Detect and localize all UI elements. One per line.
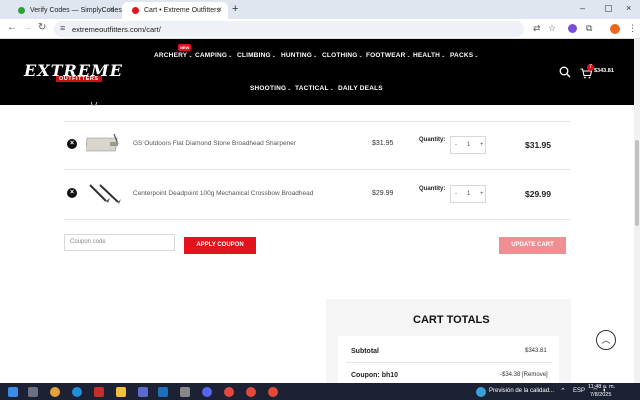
browser-toolbar: ← → ↻ ≡ extremeoutfitters.com/cart/ ⇄ ☆ … bbox=[0, 19, 640, 39]
quantity-stepper: - 1 + bbox=[450, 185, 486, 203]
browser-tab-strip: Verify Codes — SimplyCodes × Cart • Extr… bbox=[0, 0, 640, 19]
subtotal-value: $343.81 bbox=[525, 348, 547, 354]
tab-title: Cart • Extreme Outfitters bbox=[144, 7, 220, 14]
totals-divider bbox=[346, 362, 552, 363]
close-tab-icon[interactable]: × bbox=[109, 5, 114, 14]
maximize-icon[interactable]: ▢ bbox=[604, 3, 613, 14]
weather-text[interactable]: Previsión de la calidad... bbox=[489, 388, 554, 394]
extensions-puzzle-icon[interactable]: ⧉ bbox=[586, 23, 592, 34]
minimize-icon[interactable]: – bbox=[580, 3, 585, 13]
copilot-icon[interactable] bbox=[50, 387, 60, 397]
menu-climbing[interactable]: CLIMBING⌄ bbox=[237, 52, 276, 59]
forward-arrow-icon[interactable]: → bbox=[22, 22, 32, 33]
profile-avatar-icon[interactable] bbox=[610, 24, 620, 34]
chrome-icon[interactable] bbox=[246, 387, 256, 397]
app-icon[interactable] bbox=[138, 387, 148, 397]
tab-title: Verify Codes — SimplyCodes bbox=[30, 7, 122, 14]
scrollbar-thumb[interactable] bbox=[635, 140, 639, 226]
chrome-icon[interactable] bbox=[224, 387, 234, 397]
extension-icon[interactable] bbox=[568, 24, 577, 33]
product-price: $29.99 bbox=[372, 190, 394, 197]
site-logo[interactable]: EXTREME OUTFITTERS bbox=[24, 61, 122, 83]
search-icon[interactable] bbox=[559, 65, 571, 83]
browser-menu-icon[interactable]: ⋮ bbox=[628, 23, 637, 34]
close-tab-icon[interactable]: × bbox=[217, 5, 222, 14]
cart-count-badge: 7 bbox=[587, 64, 594, 71]
apply-coupon-button[interactable]: APPLY COUPON bbox=[184, 237, 256, 254]
clock-time[interactable]: 11:48 a. m. bbox=[588, 384, 615, 390]
product-price: $31.95 bbox=[372, 140, 394, 147]
coupon-applied-label: Coupon: bh10 bbox=[351, 372, 399, 379]
translate-icon[interactable]: ⇄ bbox=[533, 23, 541, 34]
address-bar[interactable]: ≡ extremeoutfitters.com/cart/ bbox=[54, 21, 524, 37]
broadhead-product-thumbnail[interactable] bbox=[86, 182, 122, 204]
new-tab-plus-icon[interactable]: + bbox=[232, 3, 238, 15]
start-icon[interactable] bbox=[8, 387, 18, 397]
menu-health[interactable]: HEALTH⌄ bbox=[413, 52, 445, 59]
quantity-label: Quantity: bbox=[419, 186, 446, 192]
browser-tab-simplycodes[interactable]: Verify Codes — SimplyCodes × bbox=[8, 2, 122, 19]
quantity-label: Quantity: bbox=[419, 137, 446, 143]
back-arrow-icon[interactable]: ← bbox=[7, 22, 17, 33]
menu-shooting[interactable]: SHOOTING⌄ bbox=[250, 85, 292, 92]
clock-date[interactable]: 7/8/2025 bbox=[590, 392, 611, 398]
reload-icon[interactable]: ↻ bbox=[38, 22, 46, 33]
scroll-to-top-button[interactable]: ︿ bbox=[596, 330, 616, 350]
quantity-value[interactable]: 1 bbox=[467, 142, 470, 148]
menu-camping[interactable]: CAMPING⌄ bbox=[195, 52, 233, 59]
remove-item-button[interactable]: × bbox=[67, 139, 77, 149]
product-name[interactable]: Centerpoint Deadpoint 100g Mechanical Cr… bbox=[133, 190, 313, 197]
tray-chevron-icon[interactable]: ⌃ bbox=[560, 387, 566, 395]
app-icon[interactable] bbox=[180, 387, 190, 397]
line-subtotal: $31.95 bbox=[525, 140, 551, 150]
windows-taskbar: Previsión de la calidad... ⌃ ESP ⌔ ◖ 11:… bbox=[0, 383, 640, 400]
menu-packs[interactable]: PACKS⌄ bbox=[450, 52, 479, 59]
coupon-code-input[interactable]: Coupon code bbox=[64, 234, 175, 251]
row-divider bbox=[64, 219, 570, 220]
outlook-icon[interactable] bbox=[158, 387, 168, 397]
update-cart-button[interactable]: UPDATE CART bbox=[499, 237, 566, 254]
close-window-icon[interactable]: × bbox=[626, 3, 631, 13]
quantity-value[interactable]: 1 bbox=[467, 191, 470, 197]
menu-hunting[interactable]: HUNTING⌄ bbox=[281, 52, 317, 59]
menu-tactical[interactable]: TACTICAL⌄ bbox=[295, 85, 334, 92]
increase-qty-button[interactable]: + bbox=[480, 142, 484, 148]
menu-archery[interactable]: ARCHERY⌄ bbox=[154, 52, 193, 59]
url-text: extremeoutfitters.com/cart/ bbox=[72, 25, 161, 34]
file-explorer-icon[interactable] bbox=[116, 387, 126, 397]
menu-daily-deals[interactable]: DAILY DEALS bbox=[338, 85, 383, 92]
edge-icon[interactable] bbox=[72, 387, 82, 397]
row-divider bbox=[64, 121, 570, 122]
chrome-icon[interactable] bbox=[268, 387, 278, 397]
logo-subtitle: OUTFITTERS bbox=[56, 76, 102, 82]
simplycodes-favicon-icon bbox=[18, 7, 25, 14]
header-cart-total[interactable]: $343.81 bbox=[594, 68, 614, 74]
subtotal-label: Subtotal bbox=[351, 348, 379, 355]
decrease-qty-button[interactable]: - bbox=[455, 142, 457, 148]
app-icon[interactable] bbox=[94, 387, 104, 397]
remove-item-button[interactable]: × bbox=[67, 188, 77, 198]
site-info-icon[interactable]: ≡ bbox=[60, 23, 65, 33]
menu-clothing[interactable]: CLOTHING⌄ bbox=[322, 52, 363, 59]
browser-tab-cart[interactable]: Cart • Extreme Outfitters × bbox=[122, 2, 228, 19]
row-divider bbox=[64, 169, 570, 170]
increase-qty-button[interactable]: + bbox=[480, 191, 484, 197]
quantity-stepper: - 1 + bbox=[450, 136, 486, 154]
new-badge: NEW bbox=[178, 44, 192, 51]
menu-footwear[interactable]: FOOTWEAR⌄ bbox=[366, 52, 411, 59]
coupon-discount-value[interactable]: -$34.38 [Remove] bbox=[500, 372, 548, 378]
task-view-icon[interactable] bbox=[28, 387, 38, 397]
sharpener-product-thumbnail[interactable] bbox=[84, 132, 122, 154]
line-subtotal: $29.99 bbox=[525, 189, 551, 199]
product-name[interactable]: GS Outdoors Flat Diamond Stone Broadhead… bbox=[133, 140, 296, 147]
language-indicator[interactable]: ESP bbox=[573, 388, 585, 394]
app-icon[interactable] bbox=[202, 387, 212, 397]
bookmark-star-icon[interactable]: ☆ bbox=[548, 23, 556, 34]
decrease-qty-button[interactable]: - bbox=[455, 191, 457, 197]
extreme-outfitters-favicon-icon bbox=[132, 7, 139, 14]
weather-icon[interactable] bbox=[476, 387, 486, 397]
cart-totals-title: CART TOTALS bbox=[413, 314, 490, 326]
